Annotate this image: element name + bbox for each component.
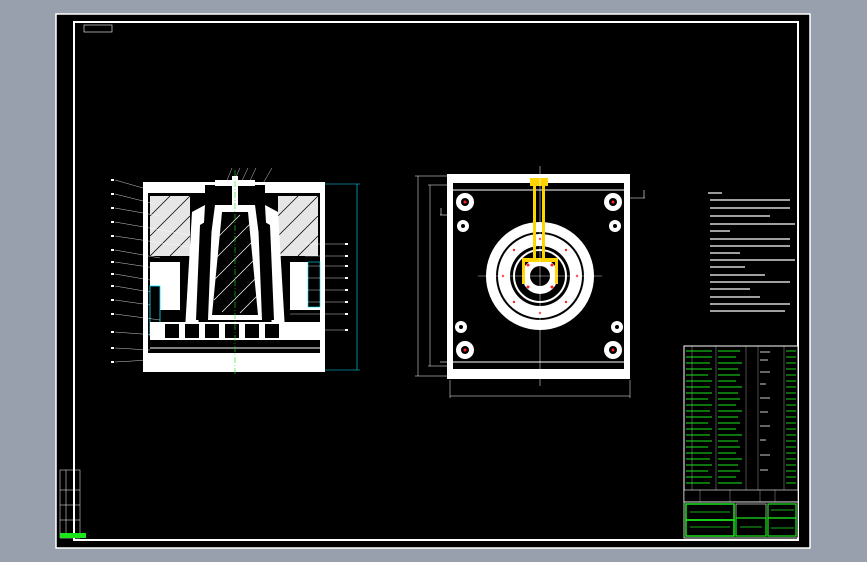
parts-list (683, 345, 799, 503)
section-view (111, 167, 360, 375)
top-view (415, 166, 645, 398)
drawing-sheet (55, 13, 811, 549)
title-block (683, 501, 799, 539)
corner-tag (83, 24, 113, 33)
